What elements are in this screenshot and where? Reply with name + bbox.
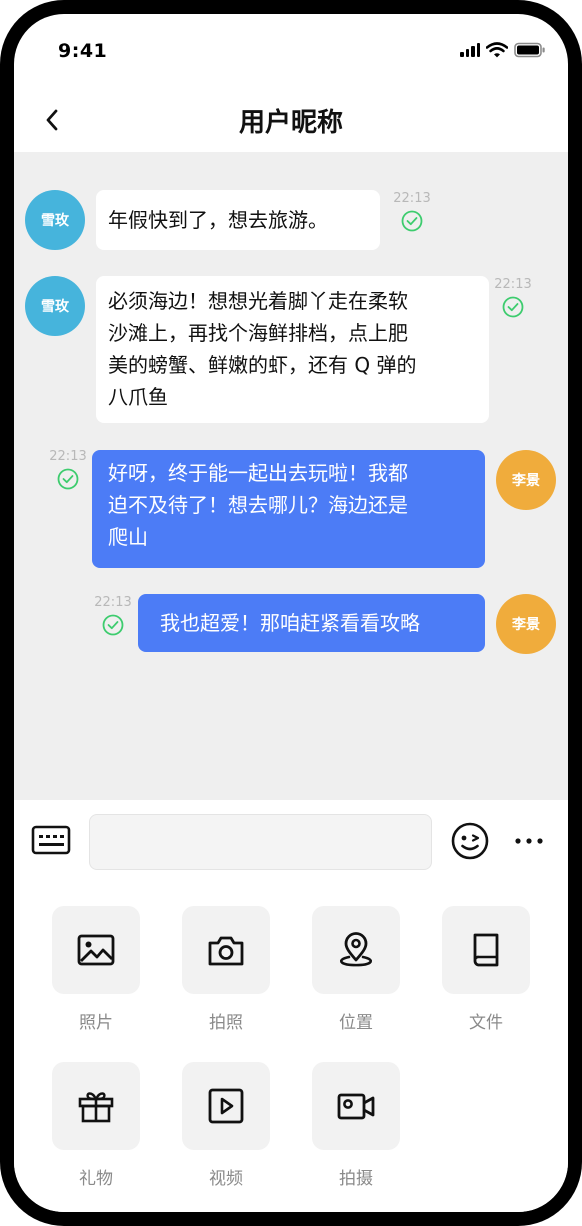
image-icon (77, 934, 115, 966)
message-line: 沙滩上，再找个海鲜排档，点上肥 (108, 321, 408, 345)
message-time: 22:13 (393, 191, 431, 206)
read-check-icon (401, 210, 423, 232)
tools-panel: 照片 拍照 位置 文件 礼物 视频 拍摄 (14, 880, 568, 1212)
tool-label: 礼物 (79, 1169, 113, 1189)
message-line: 爬山 (108, 525, 148, 549)
page-title: 用户昵称 (238, 108, 343, 138)
tool-gift[interactable]: 礼物 (52, 1062, 140, 1189)
avatar[interactable]: 雪玫 (25, 276, 85, 336)
more-dots-icon (515, 838, 543, 844)
read-check-icon (102, 614, 124, 636)
avatar-name: 李景 (512, 473, 540, 489)
message-row: 雪玫 必须海边！想想光着脚丫走在柔软 沙滩上，再找个海鲜排档，点上肥 美的螃蟹、… (14, 276, 568, 426)
message-row: 22:13 好呀，终于能一起出去玩啦！我都 迫不及待了！想去哪儿？海边还是 爬山… (14, 450, 568, 570)
avatar-name: 李景 (512, 617, 540, 633)
message-time: 22:13 (494, 277, 532, 292)
tool-icon-box (182, 906, 270, 994)
message-line: 美的螃蟹、鲜嫩的虾，还有 Q 弹的 (108, 353, 417, 377)
message-line: 必须海边！想想光着脚丫走在柔软 (108, 289, 408, 313)
emoji-icon (451, 822, 489, 860)
tool-video[interactable]: 视频 (182, 1062, 270, 1189)
message-input[interactable] (89, 814, 432, 870)
battery-icon (514, 42, 545, 58)
status-icons (460, 42, 546, 58)
message-meta: 22:13 (390, 192, 434, 236)
keyboard-toggle-button[interactable] (30, 820, 72, 860)
camera-icon (208, 936, 244, 966)
wifi-icon (486, 42, 508, 58)
tool-record-video[interactable]: 拍摄 (312, 1062, 400, 1189)
status-bar: 9:41 (14, 14, 568, 90)
tool-label: 位置 (339, 1013, 373, 1033)
input-bar (14, 800, 568, 880)
tool-icon-box (312, 1062, 400, 1150)
message-row: 雪玫 年假快到了，想去旅游。 22:13 (14, 152, 568, 252)
cellular-signal-icon (460, 43, 480, 57)
message-meta: 22:13 (91, 596, 135, 640)
tool-icon-box (52, 1062, 140, 1150)
chat-area[interactable]: 雪玫 年假快到了，想去旅游。 22:13 雪玫 必须海边！想想光着脚丫走在柔软 … (14, 152, 568, 800)
nav-header: 用户昵称 (14, 90, 568, 152)
location-pin-icon (339, 932, 373, 967)
phone-frame: 9:41 用户昵称 雪玫 年假快到了，想去旅游。 22:13 雪玫 必须海边！想… (0, 0, 582, 1226)
avatar[interactable]: 李景 (496, 594, 556, 654)
tool-take-photo[interactable]: 拍照 (182, 906, 270, 1033)
tool-label: 文件 (469, 1013, 503, 1033)
tool-label: 拍照 (209, 1013, 243, 1033)
avatar[interactable]: 李景 (496, 450, 556, 510)
message-line: 迫不及待了！想去哪儿？海边还是 (108, 493, 408, 517)
avatar[interactable]: 雪玫 (25, 190, 85, 250)
keyboard-icon (31, 825, 71, 855)
tool-photo[interactable]: 照片 (52, 906, 140, 1033)
video-camera-icon (337, 1093, 375, 1120)
emoji-button[interactable] (450, 821, 490, 861)
message-bubble[interactable]: 年假快到了，想去旅游。 (96, 190, 380, 250)
tool-icon-box (52, 906, 140, 994)
message-bubble[interactable]: 好呀，终于能一起出去玩啦！我都 迫不及待了！想去哪儿？海边还是 爬山 (92, 450, 485, 568)
tool-icon-box (182, 1062, 270, 1150)
avatar-name: 雪玫 (41, 299, 69, 315)
message-text: 我也超爱！那咱赶紧看看攻略 (160, 611, 420, 635)
message-line: 八爪鱼 (108, 385, 168, 409)
message-row: 22:13 我也超爱！那咱赶紧看看攻略 李景 (14, 594, 568, 656)
tool-file[interactable]: 文件 (442, 906, 530, 1033)
tool-label: 照片 (79, 1013, 113, 1033)
gift-icon (78, 1092, 114, 1123)
message-time: 22:13 (49, 449, 87, 464)
phone-screen: 9:41 用户昵称 雪玫 年假快到了，想去旅游。 22:13 雪玫 必须海边！想… (14, 14, 568, 1212)
tool-icon-box (312, 906, 400, 994)
read-check-icon (502, 296, 524, 318)
status-time: 9:41 (58, 40, 108, 62)
video-play-icon (208, 1088, 244, 1124)
message-bubble[interactable]: 必须海边！想想光着脚丫走在柔软 沙滩上，再找个海鲜排档，点上肥 美的螃蟹、鲜嫩的… (96, 276, 489, 423)
more-button[interactable] (511, 821, 547, 861)
tool-label: 拍摄 (339, 1169, 373, 1189)
tool-icon-box (442, 906, 530, 994)
message-bubble[interactable]: 我也超爱！那咱赶紧看看攻略 (138, 594, 485, 652)
tool-label: 视频 (209, 1169, 243, 1189)
message-text: 年假快到了，想去旅游。 (108, 208, 328, 232)
message-time: 22:13 (94, 595, 132, 610)
read-check-icon (57, 468, 79, 490)
message-meta: 22:13 (46, 450, 90, 494)
tool-location[interactable]: 位置 (312, 906, 400, 1033)
book-file-icon (473, 933, 499, 967)
message-line: 好呀，终于能一起出去玩啦！我都 (108, 461, 408, 485)
avatar-name: 雪玫 (41, 213, 69, 229)
message-meta: 22:13 (491, 278, 535, 322)
